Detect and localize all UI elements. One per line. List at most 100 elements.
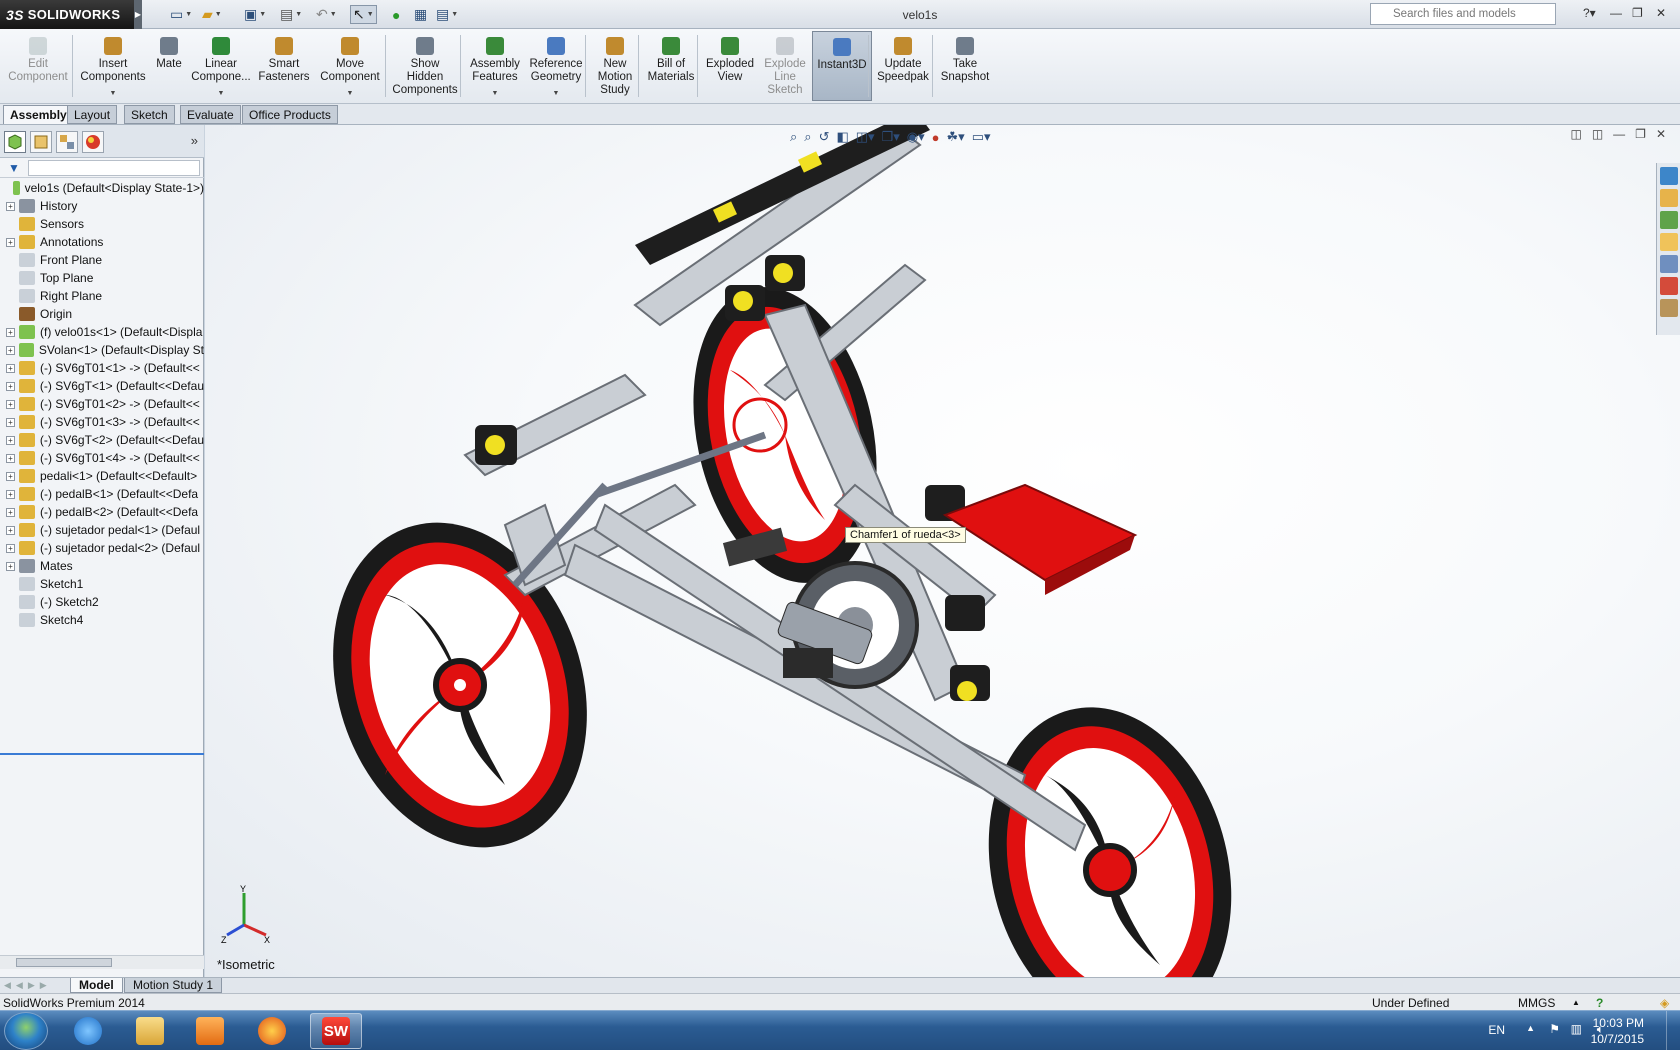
reference-geometry-button[interactable]: Reference Geometry ▼ — [526, 31, 586, 101]
split-horizontal-icon[interactable]: ◫ — [1570, 127, 1581, 141]
expand-toggle-icon[interactable]: + — [6, 363, 15, 373]
insert-components-button[interactable]: Insert Components ▼ — [78, 31, 148, 101]
tree-item[interactable]: Top Plane — [0, 269, 204, 287]
tree-item[interactable]: + (-) SV6gT<1> (Default<<Defau — [0, 377, 204, 395]
firefox-taskbar-button[interactable] — [246, 1013, 298, 1049]
save-button[interactable]: ▣ ▼ — [244, 5, 266, 24]
tree-item[interactable]: + pedali<1> (Default<<Default> — [0, 467, 204, 485]
tree-item[interactable]: + (f) velo01s<1> (Default<Displa — [0, 323, 204, 341]
expand-toggle-icon[interactable]: + — [6, 507, 15, 517]
expand-toggle-icon[interactable]: + — [6, 489, 15, 499]
display-style-icon[interactable]: ❒▾ — [882, 129, 900, 145]
bill-of-materials-button[interactable]: Bill of Materials — [643, 31, 699, 101]
expand-toggle-icon[interactable]: + — [6, 471, 15, 481]
vp-minimize-icon[interactable]: — — [1613, 127, 1625, 141]
mate-button[interactable]: Mate — [150, 31, 188, 101]
tree-item[interactable]: + (-) SV6gT01<2> -> (Default<< — [0, 395, 204, 413]
explode-line-button[interactable]: Explode Line Sketch — [760, 31, 810, 101]
horizontal-scrollbar[interactable] — [0, 955, 204, 969]
tree-item[interactable]: + (-) SV6gT<2> (Default<<Defau — [0, 431, 204, 449]
tab-sketch[interactable]: Sketch — [124, 105, 175, 124]
featuremanager-tab[interactable] — [4, 131, 26, 153]
close-icon[interactable]: ✕ — [1656, 6, 1666, 20]
show-desktop-button[interactable] — [1666, 1011, 1680, 1050]
linear-pattern-button[interactable]: Linear Compone... ▼ — [188, 31, 254, 101]
snapshot-button[interactable]: Take Snapshot — [936, 31, 994, 101]
edit-component-button[interactable]: Edit Component — [8, 31, 68, 101]
section-view-icon[interactable]: ◧ — [836, 129, 848, 145]
show-hidden-button[interactable]: Show Hidden Components — [390, 31, 460, 101]
new-document-button[interactable]: ▭ ▼ — [170, 5, 192, 24]
clock-time[interactable]: 10:03 PM — [1593, 1016, 1644, 1030]
tree-item[interactable]: Front Plane — [0, 251, 204, 269]
explorer-taskbar-button[interactable] — [124, 1013, 176, 1049]
tree-item[interactable]: + (-) sujetador pedal<2> (Defaul — [0, 539, 204, 557]
unit-system[interactable]: MMGS — [1518, 996, 1555, 1010]
file-explorer-icon[interactable] — [1660, 233, 1678, 251]
tree-item[interactable]: Origin — [0, 305, 204, 323]
ie-taskbar-button[interactable] — [62, 1013, 114, 1049]
expand-pane-icon[interactable]: » — [191, 133, 198, 148]
chevron-down-icon[interactable]: ▼ — [553, 87, 560, 100]
filter-icon[interactable]: ▼ — [8, 161, 20, 175]
print-button[interactable]: ▤ ▼ — [280, 5, 302, 24]
start-button[interactable] — [4, 1012, 48, 1050]
hide-show-items-icon[interactable]: ◉▾ — [907, 129, 925, 145]
expand-toggle-icon[interactable]: + — [6, 417, 15, 427]
view-settings-icon[interactable]: ▭▾ — [972, 129, 991, 145]
restore-icon[interactable]: ❐ — [1632, 6, 1643, 20]
smart-fasteners-button[interactable]: Smart Fasteners — [255, 31, 313, 101]
expand-toggle-icon[interactable]: + — [6, 561, 15, 571]
view-palette-icon[interactable] — [1660, 255, 1678, 273]
expand-toggle-icon[interactable]: + — [6, 327, 15, 337]
tree-item[interactable]: + (-) SV6gT01<1> -> (Default<< — [0, 359, 204, 377]
undo-button[interactable]: ↶ ▼ — [316, 5, 337, 24]
media-player-taskbar-button[interactable] — [184, 1013, 236, 1049]
motion-study-button[interactable]: New Motion Study — [590, 31, 640, 101]
clock-date[interactable]: 10/7/2015 — [1591, 1032, 1644, 1046]
tree-item[interactable]: Right Plane — [0, 287, 204, 305]
action-center-flag-icon[interactable]: ⚑ — [1549, 1022, 1560, 1036]
speedpak-button[interactable]: Update Speedpak — [874, 31, 932, 101]
solidworks-logo[interactable]: 3S SOLIDWORKS — [0, 0, 134, 29]
tab-layout[interactable]: Layout — [67, 105, 118, 124]
expand-toggle-icon[interactable]: + — [6, 525, 15, 535]
solidworks-resources-icon[interactable] — [1660, 167, 1678, 185]
move-component-button[interactable]: Move Component ▼ — [316, 31, 384, 101]
tree-item[interactable]: Sketch4 — [0, 611, 204, 629]
expand-toggle-icon[interactable]: + — [6, 453, 15, 463]
zoom-to-fit-icon[interactable]: ⌕ — [790, 129, 797, 145]
chevron-down-icon[interactable]: ▼ — [110, 87, 117, 100]
tree-item[interactable]: + (-) sujetador pedal<1> (Defaul — [0, 521, 204, 539]
options-button[interactable]: ▤ ▼ — [436, 5, 458, 24]
tree-item[interactable]: + Mates — [0, 557, 204, 575]
tree-item[interactable]: + Annotations — [0, 233, 204, 251]
language-indicator[interactable]: EN — [1488, 1023, 1505, 1037]
tab-scroll-arrows[interactable]: ◀◀▶▶ — [4, 980, 52, 991]
home-icon[interactable] — [1660, 189, 1678, 207]
tree-item[interactable]: + History — [0, 197, 204, 215]
rebuild-status-icon[interactable]: ◈ — [1660, 996, 1669, 1010]
vp-restore-icon[interactable]: ❐ — [1635, 127, 1646, 141]
tree-item[interactable]: Sensors — [0, 215, 204, 233]
graphics-area[interactable]: ⌕ ⌕ ↺ ◧ ◫▾ ❒▾ ◉▾ ● ☘▾ ▭▾ ◫ ◫ — ❐ ✕ Chamf… — [205, 125, 1680, 977]
apply-scene-icon[interactable]: ☘▾ — [947, 129, 965, 145]
tree-item[interactable]: + (-) SV6gT01<3> -> (Default<< — [0, 413, 204, 431]
instant3d-button[interactable]: Instant3D — [812, 31, 872, 101]
file-properties-button[interactable]: ▦ — [414, 5, 427, 24]
tab-assembly[interactable]: Assembly — [3, 105, 74, 124]
design-library-icon[interactable] — [1660, 211, 1678, 229]
expand-toggle-icon[interactable]: + — [6, 381, 15, 391]
search-input[interactable]: Search files and models — [1370, 3, 1556, 25]
rebuild-button[interactable]: ● — [392, 5, 400, 24]
tab-office-products[interactable]: Office Products — [242, 105, 338, 124]
tree-item[interactable]: + (-) SV6gT01<4> -> (Default<< — [0, 449, 204, 467]
select-button[interactable]: ↖ ▼ — [350, 5, 377, 24]
displaymanager-tab[interactable] — [82, 131, 104, 153]
scroll-thumb[interactable] — [16, 958, 112, 967]
exploded-view-button[interactable]: Exploded View — [702, 31, 758, 101]
split-vertical-icon[interactable]: ◫ — [1592, 127, 1603, 141]
wheel-front[interactable] — [956, 681, 1265, 977]
help-icon[interactable]: ?▾ — [1583, 6, 1596, 20]
expand-toggle-icon[interactable]: + — [6, 201, 15, 211]
